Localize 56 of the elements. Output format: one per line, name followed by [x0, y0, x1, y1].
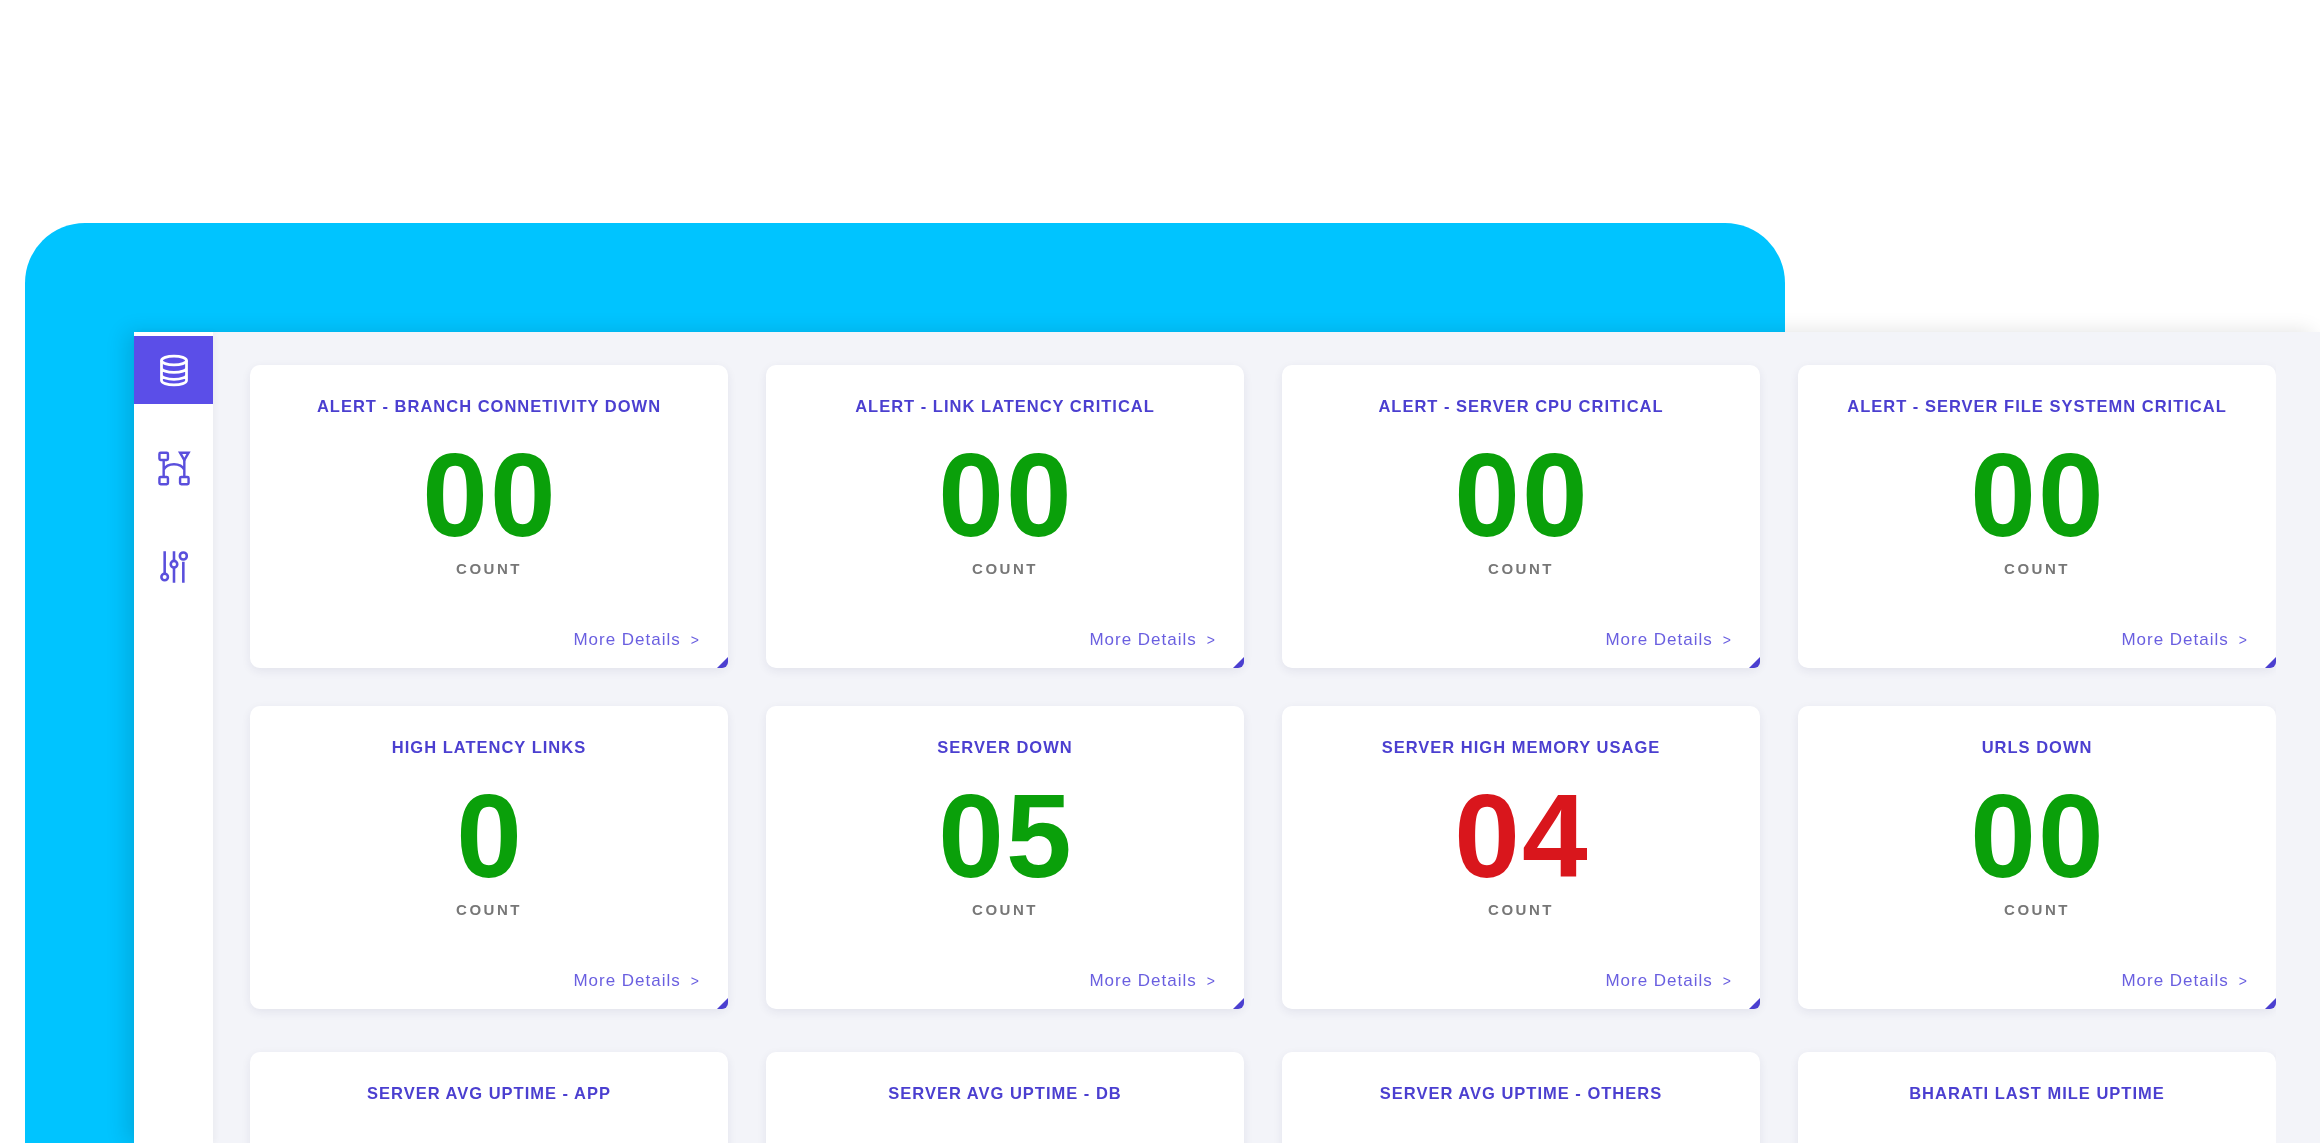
chevron-icon: >: [1722, 632, 1732, 648]
more-details-link[interactable]: More Details >: [573, 971, 700, 991]
corner-triangle-icon: [1749, 998, 1760, 1009]
sliders-icon: [159, 548, 188, 584]
chevron-icon: >: [690, 632, 700, 648]
card-title: SERVER AVG UPTIME - DB: [888, 1084, 1122, 1103]
card-title: SERVER DOWN: [937, 738, 1073, 757]
count-value: 04: [1453, 777, 1590, 895]
corner-triangle-icon: [717, 998, 728, 1009]
count-label: COUNT: [972, 560, 1038, 577]
card-title: ALERT - SERVER FILE SYSTEMN CRITICAL: [1847, 397, 2227, 416]
count-label: COUNT: [456, 560, 522, 577]
card-title: BHARATI LAST MILE UPTIME: [1909, 1084, 2165, 1103]
count-value: 00: [1969, 777, 2106, 895]
more-details-link[interactable]: More Details >: [1089, 971, 1216, 991]
count-value: 0: [455, 777, 524, 895]
more-details-link[interactable]: More Details >: [1605, 971, 1732, 991]
sidebar-item[interactable]: [134, 336, 213, 404]
card-title: ALERT - SERVER CPU CRITICAL: [1378, 397, 1664, 416]
count-label: COUNT: [972, 901, 1038, 918]
card-title: URLS DOWN: [1981, 738, 2093, 757]
card-title: SERVER HIGH MEMORY USAGE: [1381, 738, 1661, 757]
count-value: 00: [1453, 436, 1590, 554]
corner-triangle-icon: [1233, 998, 1244, 1009]
chevron-icon: >: [2238, 973, 2248, 989]
card-title: HIGH LATENCY LINKS: [391, 738, 587, 757]
count-label: COUNT: [2004, 901, 2070, 918]
chevron-icon: >: [2238, 632, 2248, 648]
corner-triangle-icon: [2265, 998, 2276, 1009]
chevron-icon: >: [690, 973, 700, 989]
corner-triangle-icon: [1749, 657, 1760, 668]
card-title: ALERT - BRANCH CONNETIVITY DOWN: [316, 397, 662, 416]
count-label: COUNT: [1488, 901, 1554, 918]
corner-triangle-icon: [1233, 657, 1244, 668]
chevron-icon: >: [1206, 632, 1216, 648]
more-details-link[interactable]: More Details >: [1089, 630, 1216, 650]
count-label: COUNT: [456, 901, 522, 918]
card-title: SERVER AVG UPTIME - APP: [367, 1084, 611, 1103]
more-details-link[interactable]: More Details >: [1605, 630, 1732, 650]
corner-triangle-icon: [2265, 657, 2276, 668]
chevron-icon: >: [1206, 973, 1216, 989]
card-title: ALERT - LINK LATENCY CRITICAL: [855, 397, 1155, 416]
count-value: 00: [1969, 436, 2106, 554]
more-details-link[interactable]: More Details >: [2121, 971, 2248, 991]
chevron-icon: >: [1722, 973, 1732, 989]
corner-triangle-icon: [717, 657, 728, 668]
count-label: COUNT: [1488, 560, 1554, 577]
count-label: COUNT: [2004, 560, 2070, 577]
network-icon: [156, 449, 191, 487]
more-details-link[interactable]: More Details >: [573, 630, 700, 650]
count-value: 00: [421, 436, 558, 554]
more-details-link[interactable]: More Details >: [2121, 630, 2248, 650]
count-value: 00: [937, 436, 1074, 554]
database-icon: [158, 353, 189, 387]
card-title: SERVER AVG UPTIME - OTHERS: [1379, 1084, 1663, 1103]
count-value: 05: [937, 777, 1074, 895]
